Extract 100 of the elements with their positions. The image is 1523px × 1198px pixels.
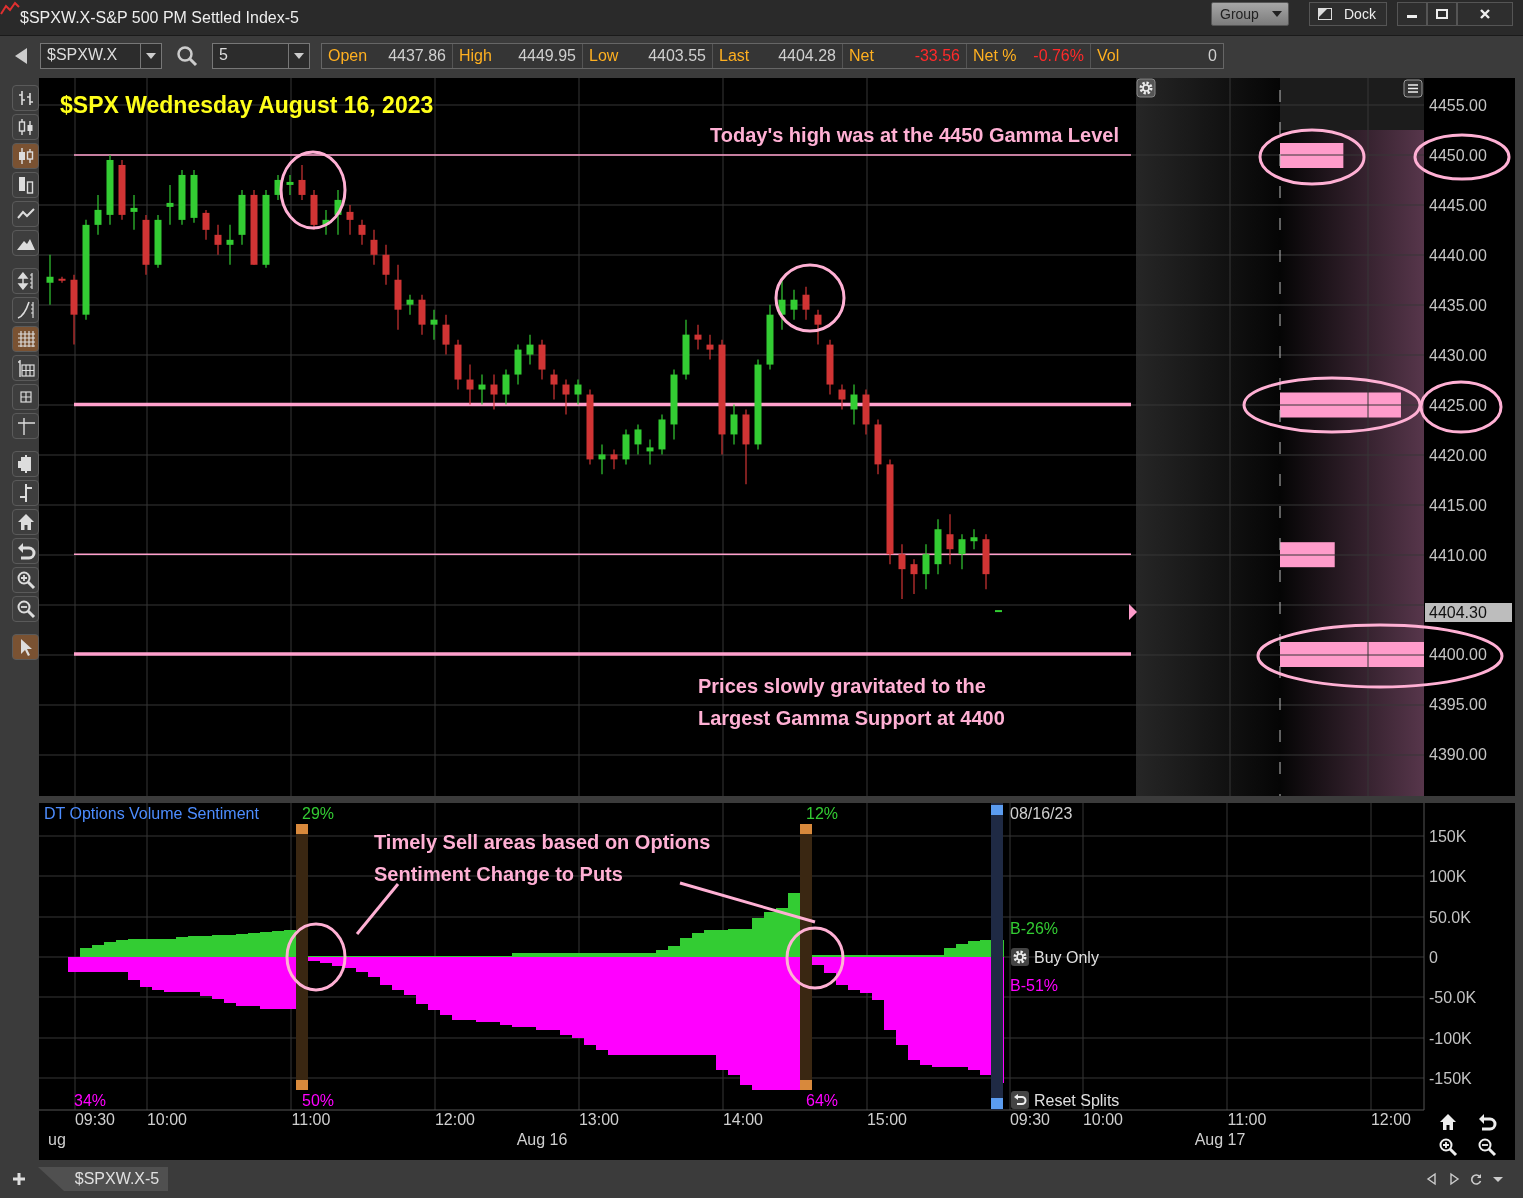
split-handle[interactable] [296, 824, 308, 834]
time-axis-label: 13:00 [579, 1111, 619, 1128]
highlight-ellipse [774, 263, 846, 333]
sell-percent-label: B-51% [1010, 977, 1059, 994]
candle [346, 204, 354, 236]
dock-icon [1318, 8, 1332, 20]
chart-title: $SPX Wednesday August 16, 2023 [60, 92, 434, 118]
scroll-right-button[interactable] [1447, 1172, 1461, 1186]
symbol-dropdown[interactable]: $SPXW.X [40, 43, 162, 69]
date-axis-label: Aug 16 [516, 1131, 568, 1148]
interval-dropdown[interactable]: 5 [212, 43, 310, 69]
chart-tool-button[interactable] [12, 326, 39, 352]
split-buy-percent: 12% [806, 805, 838, 822]
split-handle[interactable] [800, 1080, 812, 1090]
split-sell-percent: 50% [302, 1092, 334, 1109]
candle [946, 513, 954, 565]
undo-icon[interactable] [1479, 1114, 1497, 1131]
chart-tool-button[interactable] [12, 114, 39, 140]
chart-tool-button[interactable] [12, 355, 39, 381]
maximize-button[interactable] [1427, 2, 1457, 26]
search-button[interactable] [176, 45, 198, 67]
candle [514, 344, 522, 386]
chart-tool-button[interactable] [12, 143, 39, 169]
scroll-left-button[interactable] [1425, 1172, 1439, 1186]
candle [970, 528, 978, 550]
zoom-out-icon[interactable] [1478, 1138, 1497, 1157]
candle [478, 373, 486, 406]
last-price-tag: 4404.30 [1425, 603, 1512, 622]
price-axis-label: 4455.00 [1429, 97, 1487, 114]
chart-tool-button[interactable] [12, 634, 39, 660]
split-buy-percent: 29% [302, 805, 334, 822]
chart-tool-button[interactable] [12, 480, 39, 506]
home-icon[interactable] [1440, 1114, 1456, 1130]
leader-line [355, 883, 400, 935]
candle [130, 194, 138, 231]
price-axis-label: 4400.00 [1429, 646, 1487, 663]
settings-button[interactable] [1136, 78, 1156, 98]
price-axis-label: 4430.00 [1429, 347, 1487, 364]
candle [838, 383, 846, 411]
chart-tool-button[interactable] [12, 413, 39, 439]
window-title: $SPXW.X-S&P 500 PM Settled Index-5 [20, 9, 299, 27]
back-button[interactable] [14, 46, 30, 66]
candle [370, 229, 378, 266]
minimize-button[interactable] [1397, 2, 1427, 26]
candle [226, 224, 234, 266]
candle [154, 214, 162, 269]
chart-tool-button[interactable] [12, 172, 39, 198]
chart-tool-button[interactable] [12, 201, 39, 227]
split-handle[interactable] [296, 1080, 308, 1090]
close-button[interactable] [1457, 2, 1513, 26]
chart-tool-button[interactable] [12, 268, 39, 294]
zoom-in-icon[interactable] [1439, 1138, 1458, 1157]
volume-axis-label: 0 [1429, 949, 1438, 966]
vertical-arrows-icon [15, 271, 36, 291]
chart-tool-button[interactable] [12, 596, 39, 622]
candle [898, 543, 906, 600]
quote-label: Vol [1097, 47, 1120, 65]
refresh-button[interactable] [1469, 1172, 1483, 1186]
candle [382, 244, 390, 286]
chart-tab[interactable]: $SPXW.X-5 [38, 1167, 168, 1191]
volume-axis-label: 50.0K [1429, 909, 1471, 926]
candle [634, 423, 642, 455]
add-tab-button[interactable] [12, 1171, 28, 1187]
settings-icon [1011, 948, 1029, 966]
chart-tool-button[interactable] [12, 538, 39, 564]
price-axis-label: 4440.00 [1429, 247, 1487, 264]
candle [526, 334, 534, 366]
candle [430, 309, 438, 341]
caret-icon [1272, 11, 1282, 17]
split-handle[interactable] [991, 805, 1003, 815]
dock-button[interactable]: Dock [1309, 2, 1387, 26]
menu-button[interactable] [1403, 79, 1423, 98]
candle [910, 558, 918, 595]
time-axis-label: 15:00 [867, 1111, 907, 1128]
candle [214, 224, 222, 256]
table-icon [15, 358, 36, 378]
reset-splits-button[interactable]: Reset Splits [1011, 1091, 1120, 1109]
candle [58, 276, 66, 284]
price-axis-label: 4450.00 [1429, 147, 1487, 164]
price-axis-label: 4435.00 [1429, 297, 1487, 314]
zoom-in-icon [15, 570, 36, 590]
split-handle[interactable] [800, 824, 812, 834]
buy-only-button[interactable]: Buy Only [1011, 948, 1099, 966]
chart-tool-button[interactable] [12, 567, 39, 593]
quote-value: -33.56 [914, 47, 960, 65]
undo-icon [1011, 1091, 1029, 1109]
candle [190, 169, 198, 224]
candle [958, 533, 966, 570]
chart-tool-button[interactable] [12, 85, 39, 111]
split-handle[interactable] [991, 1098, 1003, 1109]
chart-tool-button[interactable] [12, 384, 39, 410]
time-axis-label: 12:00 [1371, 1111, 1411, 1128]
chart-tool-button[interactable] [12, 509, 39, 535]
chart-tool-button[interactable] [12, 297, 39, 323]
candle [394, 264, 402, 331]
group-dropdown[interactable]: Group [1211, 2, 1289, 26]
chart-tool-button[interactable] [12, 230, 39, 256]
chart-tool-button[interactable] [12, 451, 39, 477]
split-sell-percent: 64% [806, 1092, 838, 1109]
price-axis-label: 4395.00 [1429, 696, 1487, 713]
